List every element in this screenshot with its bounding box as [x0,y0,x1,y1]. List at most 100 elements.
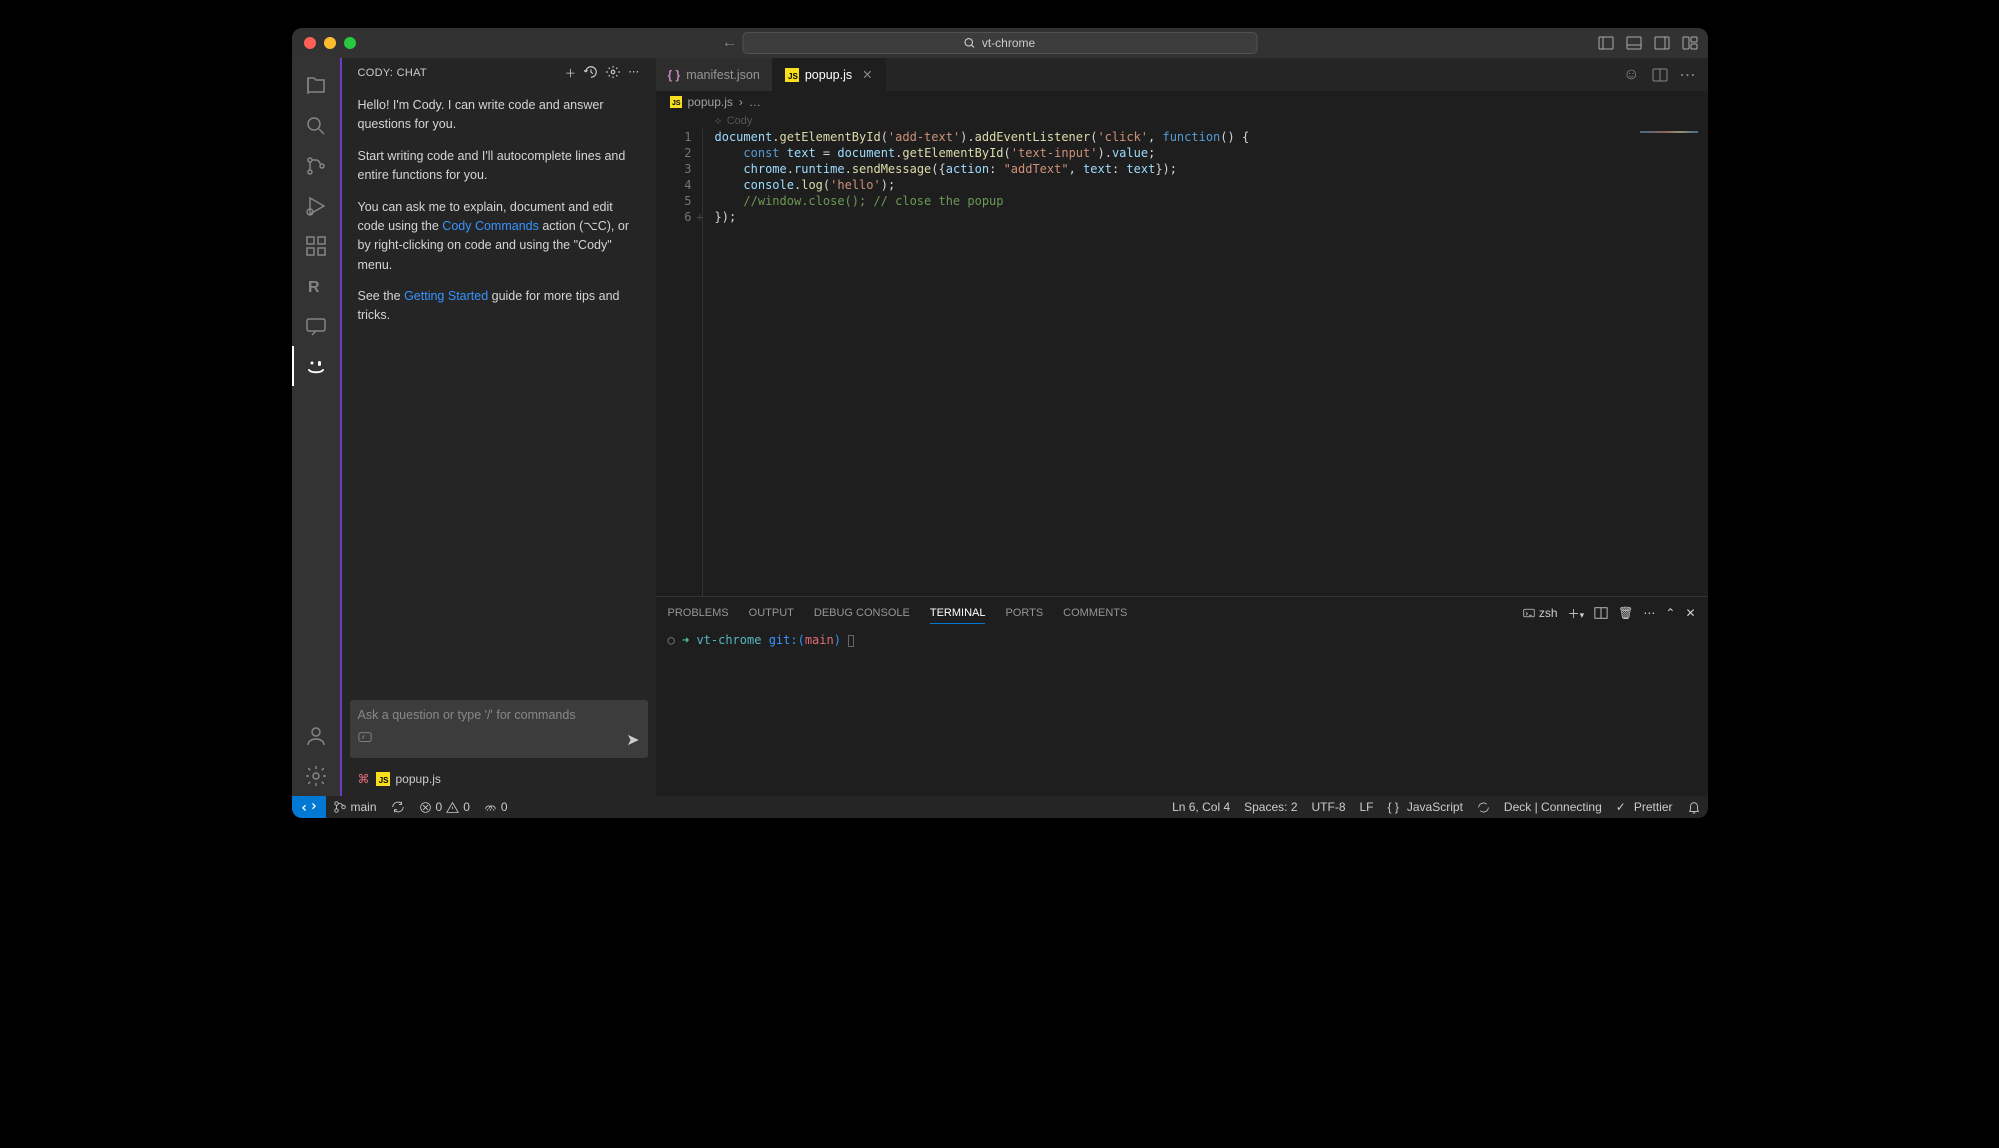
panel-tab-output[interactable]: OUTPUT [749,603,794,623]
cody-intro-2: Start writing code and I'll autocomplete… [358,147,640,186]
split-terminal-icon[interactable] [1594,606,1608,620]
cody-commands-link[interactable]: Cody Commands [442,219,539,233]
sync-icon[interactable] [384,800,412,814]
panel-left-icon[interactable] [1598,35,1614,51]
cody-welcome: Hello! I'm Cody. I can write code and an… [342,88,656,692]
git-branch[interactable]: main [326,800,384,814]
editor-group: { } manifest.json JS popup.js ✕ ☺ ⋯ JS p… [656,58,1708,796]
source-control-icon[interactable] [292,146,340,186]
panel-tab-problems[interactable]: PROBLEMS [668,603,729,623]
settings-icon[interactable] [292,756,340,796]
chevron-right-icon: › [739,95,743,109]
sidebar-title: CODY: CHAT [358,67,427,79]
sidebar-cody: CODY: CHAT ＋ ⋯ Hello! I'm Cody. I can wr… [340,58,656,796]
tab-label: manifest.json [686,68,760,82]
traffic-lights [292,37,356,49]
send-icon[interactable]: ➤ [626,730,639,750]
more-icon[interactable]: ⋯ [1680,65,1696,85]
cody-icon[interactable] [292,346,340,386]
line-gutter: 123456 [656,129,702,596]
close-icon[interactable] [304,37,316,49]
code-content: document.getElementById('add-text').addE… [702,129,1708,596]
tab-manifest-json[interactable]: { } manifest.json [656,58,773,91]
prettier-status[interactable]: ✓Prettier [1609,800,1680,814]
extensions-icon[interactable] [292,226,340,266]
explorer-icon[interactable] [292,66,340,106]
panel-tab-terminal[interactable]: TERMINAL [930,603,986,624]
breadcrumb-file: popup.js [688,95,733,109]
code-editor[interactable]: 123456 document.getElementById('add-text… [656,129,1708,596]
terminal[interactable]: ○ ➜ vt-chrome git:(main) [656,629,1708,796]
vscode-window: ← → vt-chrome R [292,28,1708,818]
terminal-profile-icon[interactable]: zsh [1523,606,1558,620]
language-mode[interactable]: { }JavaScript [1381,800,1470,814]
cody-intro-1: Hello! I'm Cody. I can write code and an… [358,96,640,135]
more-icon[interactable]: ⋯ [628,65,639,81]
search-icon [964,37,976,49]
nav-back-icon[interactable]: ← [722,34,738,52]
panel-tab-ports[interactable]: PORTS [1005,603,1043,623]
cursor-position[interactable]: Ln 6, Col 4 [1165,800,1237,814]
layout-icon[interactable] [1682,35,1698,51]
panel-right-icon[interactable] [1654,35,1670,51]
ports-status[interactable]: 0 [477,800,515,814]
indentation[interactable]: Spaces: 2 [1237,800,1304,814]
zoom-icon[interactable] [344,37,356,49]
tab-label: popup.js [805,68,852,82]
minimize-icon[interactable] [324,37,336,49]
cody-tab-icon[interactable]: ☺ [1623,66,1639,84]
search-icon[interactable] [292,106,340,146]
gear-icon[interactable] [606,65,620,81]
chat-placeholder: Ask a question or type '/' for commands [358,708,640,722]
encoding[interactable]: UTF-8 [1305,800,1353,814]
history-icon[interactable] [584,65,598,81]
sync-status-icon[interactable] [1470,801,1497,814]
new-terminal-icon[interactable]: ＋▾ [1568,605,1585,622]
js-file-icon: JS [670,96,682,108]
split-editor-icon[interactable] [1652,67,1668,83]
tab-bar: { } manifest.json JS popup.js ✕ ☺ ⋯ [656,58,1708,91]
json-file-icon: { } [668,68,681,82]
context-file-row[interactable]: ⌘ JS popup.js [342,766,656,796]
kill-terminal-icon[interactable]: 🗑 [1618,606,1633,620]
chevron-up-icon[interactable]: ⌃ [1665,606,1675,620]
bottom-panel: PROBLEMS OUTPUT DEBUG CONSOLE TERMINAL P… [656,596,1708,796]
eol[interactable]: LF [1353,800,1381,814]
problems-status[interactable]: 0 0 [412,800,477,814]
cody-ghost-hint: ✧ Cody [656,113,1708,129]
slash-command-icon[interactable] [358,730,372,750]
tab-actions: ☺ ⋯ [1623,58,1707,91]
svg-text:R: R [308,279,320,296]
close-panel-icon[interactable]: ✕ [1685,606,1695,620]
panel-tab-bar: PROBLEMS OUTPUT DEBUG CONSOLE TERMINAL P… [656,597,1708,629]
r-icon[interactable]: R [292,266,340,306]
panel-tab-debug-console[interactable]: DEBUG CONSOLE [814,603,910,623]
js-file-icon: JS [376,772,390,786]
panel-bottom-icon[interactable] [1626,35,1642,51]
chat-input-area: Ask a question or type '/' for commands … [342,692,656,766]
getting-started-link[interactable]: Getting Started [404,289,488,303]
breadcrumb[interactable]: JS popup.js › … [656,91,1708,113]
activity-bar: R [292,58,340,796]
breadcrumb-rest: … [749,95,761,109]
remote-indicator[interactable] [292,796,326,818]
minimap[interactable] [1618,129,1708,596]
sparkle-icon: ✧ [714,115,723,128]
chat-icon[interactable] [292,306,340,346]
account-icon[interactable] [292,716,340,756]
deck-status[interactable]: Deck | Connecting [1497,800,1609,814]
cody-intro-3: You can ask me to explain, document and … [358,198,640,276]
titlebar: ← → vt-chrome [292,28,1708,58]
js-file-icon: JS [785,68,799,82]
tab-popup-js[interactable]: JS popup.js ✕ [773,58,886,91]
notifications-icon[interactable] [1680,800,1708,814]
command-center[interactable]: vt-chrome [742,32,1257,54]
chat-input[interactable]: Ask a question or type '/' for commands … [350,700,648,758]
attach-icon: ⌘ [358,772,370,786]
new-chat-icon[interactable]: ＋ [565,65,576,81]
run-debug-icon[interactable] [292,186,340,226]
close-tab-icon[interactable]: ✕ [862,67,872,82]
more-icon[interactable]: ⋯ [1643,606,1655,620]
panel-tab-comments[interactable]: COMMENTS [1063,603,1127,623]
titlebar-actions [1598,35,1698,51]
